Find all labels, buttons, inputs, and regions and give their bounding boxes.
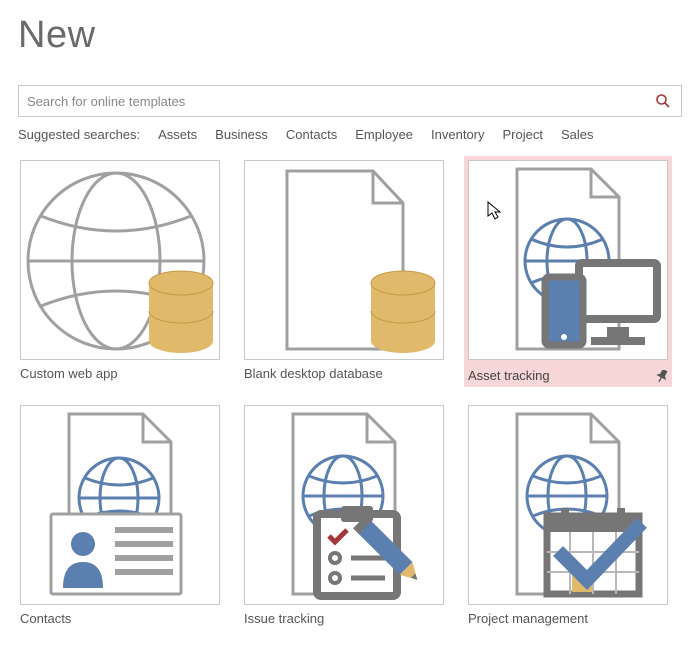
template-custom-web-app[interactable]: Custom web app xyxy=(20,160,220,383)
project-mgmt-icon xyxy=(469,406,667,604)
page-title: New xyxy=(18,14,682,57)
suggested-link-sales[interactable]: Sales xyxy=(561,127,594,142)
suggested-label: Suggested searches: xyxy=(18,127,140,142)
search-button[interactable] xyxy=(653,91,673,111)
suggested-link-assets[interactable]: Assets xyxy=(158,127,197,142)
template-thumb xyxy=(468,160,668,360)
suggested-link-business[interactable]: Business xyxy=(215,127,268,142)
suggested-link-inventory[interactable]: Inventory xyxy=(431,127,484,142)
template-label: Issue tracking xyxy=(244,611,324,626)
template-label: Blank desktop database xyxy=(244,366,383,381)
template-thumb xyxy=(20,160,220,360)
search-icon xyxy=(655,93,671,109)
template-asset-tracking[interactable]: Asset tracking xyxy=(468,160,668,383)
doc-db-icon xyxy=(245,161,443,359)
template-thumb xyxy=(468,405,668,605)
template-project-mgmt[interactable]: Project management xyxy=(468,405,668,626)
search-box[interactable] xyxy=(18,85,682,117)
globe-db-icon xyxy=(21,161,219,359)
pin-icon[interactable] xyxy=(656,370,668,382)
template-thumb xyxy=(244,405,444,605)
template-label: Project management xyxy=(468,611,588,626)
template-thumb xyxy=(244,160,444,360)
search-input[interactable] xyxy=(27,94,653,109)
suggested-searches: Suggested searches: Assets Business Cont… xyxy=(18,127,682,142)
template-label: Asset tracking xyxy=(468,368,550,383)
suggested-link-contacts[interactable]: Contacts xyxy=(286,127,337,142)
template-thumb xyxy=(20,405,220,605)
template-label: Custom web app xyxy=(20,366,118,381)
suggested-link-employee[interactable]: Employee xyxy=(355,127,413,142)
suggested-link-project[interactable]: Project xyxy=(503,127,543,142)
template-grid: Custom web app xyxy=(18,160,682,626)
issue-tracking-icon xyxy=(245,406,443,604)
asset-tracking-icon xyxy=(469,161,667,359)
template-issue-tracking[interactable]: Issue tracking xyxy=(244,405,444,626)
contacts-icon xyxy=(21,406,219,604)
template-blank-db[interactable]: Blank desktop database xyxy=(244,160,444,383)
template-label: Contacts xyxy=(20,611,71,626)
template-contacts[interactable]: Contacts xyxy=(20,405,220,626)
